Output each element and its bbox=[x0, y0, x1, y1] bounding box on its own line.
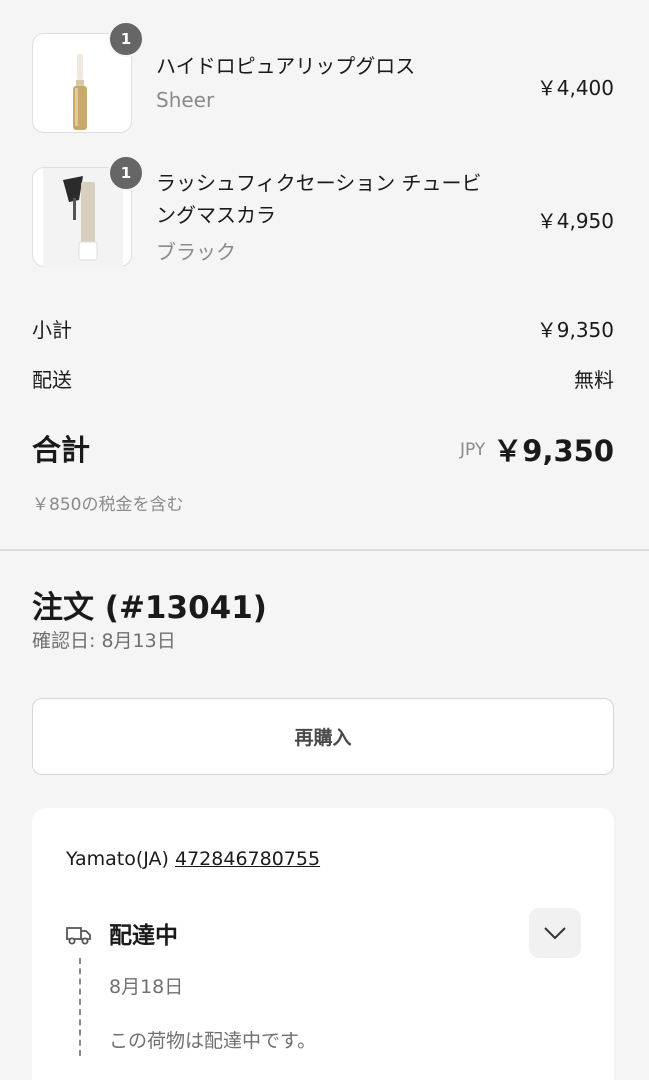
product-variant: Sheer bbox=[156, 88, 215, 112]
product-price: ￥4,400 bbox=[536, 76, 614, 100]
line-item: 1 ハイドロピュアリップグロス Sheer ￥4,400 bbox=[32, 21, 614, 133]
carrier-name: Yamato(JA) bbox=[66, 848, 169, 870]
product-price: ￥4,950 bbox=[536, 209, 614, 233]
product-name: ラッシュフィクセーション チュービングマスカラ bbox=[156, 171, 482, 227]
section-divider bbox=[0, 549, 649, 551]
tracking-number-link[interactable]: 472846780755 bbox=[175, 848, 320, 870]
currency-code: JPY bbox=[460, 440, 486, 460]
expand-toggle-button[interactable] bbox=[529, 908, 581, 958]
event-date: 8月18日 bbox=[109, 976, 184, 998]
delivery-status: 配達中 bbox=[109, 923, 178, 949]
order-title: 注文 (#13041) bbox=[32, 590, 267, 626]
subtotal-row: 小計 ￥9,350 bbox=[32, 314, 614, 344]
total-label: 合計 bbox=[32, 433, 91, 467]
chevron-down-icon bbox=[544, 927, 566, 940]
product-name: ハイドロピュアリップグロス bbox=[156, 54, 416, 78]
shipping-label: 配送 bbox=[32, 368, 72, 392]
product-variant: ブラック bbox=[156, 240, 236, 264]
confirmation-date: 確認日: 8月13日 bbox=[32, 630, 176, 652]
timeline-line bbox=[79, 958, 81, 1056]
shipping-row: 配送 無料 bbox=[32, 364, 614, 394]
event-message: この荷物は配達中です。 bbox=[109, 1030, 317, 1052]
shipment-card: Yamato(JA) 472846780755 配達中 8月18日 この荷物は配… bbox=[32, 808, 614, 1080]
truck-icon bbox=[66, 927, 91, 945]
quantity-badge: 1 bbox=[108, 21, 144, 57]
subtotal-value: ￥9,350 bbox=[536, 318, 614, 342]
subtotal-label: 小計 bbox=[32, 318, 72, 342]
tax-note: ￥850の税金を含む bbox=[32, 495, 184, 515]
line-item: 1 ラッシュフィクセーション チュービングマスカラ ブラック ￥4,950 bbox=[32, 155, 614, 268]
rebuy-button[interactable]: 再購入 bbox=[32, 698, 614, 775]
quantity-badge: 1 bbox=[108, 155, 144, 191]
order-status-page: 1 ハイドロピュアリップグロス Sheer ￥4,400 1 ラッシュフィクセー… bbox=[0, 0, 649, 1080]
shipping-value: 無料 bbox=[574, 368, 614, 392]
total-value: ￥9,350 bbox=[493, 434, 614, 468]
carrier-line: Yamato(JA) 472846780755 bbox=[66, 848, 320, 870]
